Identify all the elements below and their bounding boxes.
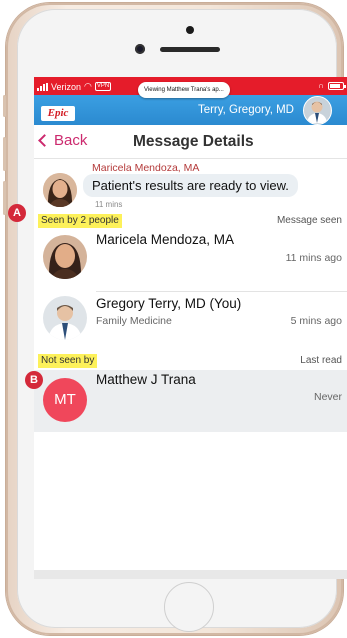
volume-down-button bbox=[3, 181, 6, 215]
message-seen-label: Message seen bbox=[276, 215, 342, 226]
annotation-marker-a: A bbox=[8, 204, 26, 222]
seen-section-header: Seen by 2 people Message seen bbox=[34, 213, 347, 229]
message-block: Maricela Mendoza, MA Patient's results a… bbox=[34, 159, 347, 211]
app-screen: Verizon ◠ VPN ∩ Viewing Matthew Trana's … bbox=[34, 77, 347, 579]
sender-photo-icon bbox=[43, 173, 77, 207]
front-camera-icon bbox=[135, 44, 145, 54]
message-bubble[interactable]: Patient's results are ready to view. bbox=[83, 174, 298, 197]
list-item[interactable]: Gregory Terry, MD (You) Family Medicine … bbox=[34, 294, 347, 349]
stage: Verizon ◠ VPN ∩ Viewing Matthew Trana's … bbox=[0, 0, 347, 638]
last-read-label: Last read bbox=[300, 355, 342, 366]
doctor-photo-icon bbox=[304, 97, 330, 123]
proximity-sensor bbox=[186, 26, 194, 34]
seen-time: 5 mins ago bbox=[290, 315, 342, 327]
person-name: Maricela Mendoza, MA bbox=[96, 232, 235, 247]
silent-switch bbox=[3, 95, 6, 117]
person-name: Matthew J Trana bbox=[96, 372, 196, 387]
status-left: Verizon ◠ VPN bbox=[37, 81, 112, 92]
sender-avatar bbox=[43, 173, 77, 207]
user-avatar[interactable] bbox=[303, 96, 332, 125]
home-button[interactable] bbox=[164, 582, 214, 632]
person-name: Gregory Terry, MD (You) bbox=[96, 296, 242, 311]
annotation-marker-b: B bbox=[25, 371, 43, 389]
viewing-banner[interactable]: Viewing Matthew Trana's ap... bbox=[138, 82, 230, 98]
person-photo-icon bbox=[43, 235, 87, 279]
not-seen-section-header: Not seen by Last read bbox=[34, 353, 347, 369]
vpn-badge: VPN bbox=[94, 82, 112, 91]
wifi-icon: ◠ bbox=[84, 81, 92, 91]
volume-up-button bbox=[3, 137, 6, 171]
signal-icon bbox=[37, 82, 48, 91]
headphones-icon: ∩ bbox=[318, 81, 324, 90]
current-user-name[interactable]: Terry, Gregory, MD bbox=[198, 104, 294, 116]
bottom-edge bbox=[34, 570, 347, 579]
epic-logo: Epic bbox=[41, 106, 75, 121]
battery-icon bbox=[328, 81, 346, 90]
last-read-time: Never bbox=[313, 391, 342, 403]
back-button[interactable]: Back bbox=[38, 132, 88, 149]
nav-bar: Back Message Details bbox=[34, 125, 347, 159]
initials-avatar: MT bbox=[43, 378, 87, 422]
seen-count-label: Seen by 2 people bbox=[38, 214, 122, 228]
row-divider bbox=[96, 291, 347, 292]
app-bar: Epic Terry, Gregory, MD bbox=[34, 95, 347, 125]
chevron-left-icon bbox=[38, 134, 51, 147]
back-label: Back bbox=[54, 132, 88, 149]
status-right: ∩ bbox=[318, 81, 346, 90]
person-photo-icon bbox=[43, 296, 87, 340]
page-title: Message Details bbox=[133, 133, 254, 150]
seen-time: 11 mins ago bbox=[285, 252, 342, 264]
message-time: 11 mins bbox=[95, 200, 123, 209]
earpiece-speaker bbox=[160, 47, 220, 52]
message-sender: Maricela Mendoza, MA bbox=[92, 162, 200, 174]
not-seen-label: Not seen by bbox=[38, 354, 98, 368]
list-item[interactable]: Maricela Mendoza, MA 11 mins ago bbox=[34, 230, 347, 285]
avatar bbox=[43, 296, 87, 340]
avatar bbox=[43, 235, 87, 279]
carrier-label: Verizon bbox=[51, 81, 82, 92]
person-role: Family Medicine bbox=[96, 315, 172, 327]
list-item[interactable]: MT Matthew J Trana Never bbox=[34, 370, 347, 432]
